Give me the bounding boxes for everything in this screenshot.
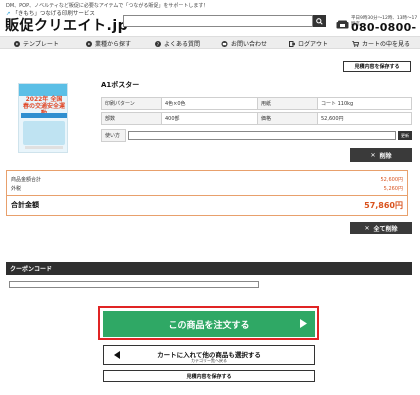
spec-label: 用紙 xyxy=(258,98,318,109)
cart-icon xyxy=(352,40,359,47)
nav-label: お問い合わせ xyxy=(231,41,268,48)
triangle-right-icon xyxy=(300,319,307,328)
memo-label: 使い方 xyxy=(101,129,126,142)
order-label: この商品を注文する xyxy=(168,320,250,331)
total-row: 合計金額 57,860円 xyxy=(7,200,407,210)
nav-item-template[interactable]: テンプレート xyxy=(14,39,59,48)
nav-label: カートの中を見る xyxy=(362,41,411,48)
nav-item-cart[interactable]: カートの中を見る xyxy=(352,39,410,48)
memo-row: 使い方 xyxy=(101,129,126,142)
nav-item-faq[interactable]: ? よくある質問 xyxy=(155,39,200,48)
poster-band xyxy=(21,113,67,118)
site-logo[interactable]: 販促クリエイト.jp xyxy=(5,15,128,35)
delete-all-button[interactable]: ✕ 全て削除 xyxy=(350,222,412,234)
spec-value: 400部 xyxy=(162,113,258,124)
play-icon xyxy=(86,40,92,47)
poster-footer xyxy=(25,146,63,149)
spec-label: 部数 xyxy=(102,113,162,124)
spec-label: 印刷パターン xyxy=(102,98,162,109)
subtotal-row: 商品金額合計 52,600円 xyxy=(7,176,407,183)
total-label: 合計金額 xyxy=(11,201,39,209)
product-image: 2022年 全国春の交通安全運動 xyxy=(18,83,68,153)
nav-item-contact[interactable]: お問い合わせ xyxy=(221,39,267,48)
tax-row: 外税 5,260円 xyxy=(7,185,407,192)
totals-divider xyxy=(7,195,407,196)
coupon-header: クーポンコード xyxy=(6,262,412,275)
delete-button[interactable]: ✕ 削除 xyxy=(350,148,412,162)
save-estimate-button-bottom[interactable]: 見積内容を保存する xyxy=(103,370,315,382)
totals-box: 商品金額合計 52,600円 外税 5,260円 合計金額 57,860円 xyxy=(6,170,408,216)
question-icon: ? xyxy=(155,40,161,47)
close-icon: ✕ xyxy=(364,224,370,232)
spec-value: コート 110kg xyxy=(321,101,354,107)
product-title: A1ポスター xyxy=(101,81,140,89)
spec-value: 52,600円 xyxy=(321,116,344,122)
spec-label: 価格 xyxy=(258,113,318,124)
delete-label: 削除 xyxy=(379,152,392,160)
continue-shopping-button[interactable]: カートに入れて他の商品も選択する カテゴリー覧へ戻る xyxy=(103,345,315,365)
poster-header xyxy=(19,84,67,96)
main-nav: テンプレート 業種から探す ? よくある質問 お問い合わせ ログアウト カートの… xyxy=(0,36,420,49)
logout-icon xyxy=(289,40,295,47)
search-input[interactable] xyxy=(123,15,313,27)
nav-label: テンプレート xyxy=(23,41,59,48)
spec-value: 4色×0色 xyxy=(162,98,258,109)
total-value: 57,860円 xyxy=(364,201,403,210)
memo-input[interactable] xyxy=(128,131,396,140)
spec-row: 部数 400部 価格 52,600円 xyxy=(101,112,412,125)
mail-icon xyxy=(221,40,228,47)
nav-label: 業種から探す xyxy=(95,41,132,48)
nav-item-industry[interactable]: 業種から探す xyxy=(86,39,131,48)
nav-label: ログアウト xyxy=(298,41,329,48)
subtotal-value: 52,600円 xyxy=(380,177,404,183)
play-icon xyxy=(14,40,20,47)
close-icon: ✕ xyxy=(370,151,376,159)
search-icon xyxy=(316,17,323,25)
spec-row: 印刷パターン 4色×0色 用紙 コート 110kg xyxy=(101,97,412,110)
coupon-input[interactable] xyxy=(9,281,259,288)
nav-label: よくある質問 xyxy=(164,41,201,48)
header-tagline: DM、POP、ノベルティなど販促に必要なアイテムで「つながる販促」をサポートしま… xyxy=(6,3,209,9)
order-button[interactable]: この商品を注文する xyxy=(103,311,315,337)
tax-value: 5,260円 xyxy=(383,186,403,192)
phone-icon xyxy=(336,20,349,29)
delete-all-label: 全て削除 xyxy=(373,225,398,233)
update-button[interactable]: 更新 xyxy=(398,131,412,140)
tax-label: 外税 xyxy=(11,186,22,192)
continue-sublabel: カテゴリー覧へ戻る xyxy=(191,358,227,363)
search-button[interactable] xyxy=(313,15,326,27)
poster-illustration xyxy=(23,121,65,145)
nav-item-logout[interactable]: ログアウト xyxy=(289,39,328,48)
subtotal-label: 商品金額合計 xyxy=(11,177,42,183)
save-estimate-button[interactable]: 見積内容を保存する xyxy=(343,61,411,72)
